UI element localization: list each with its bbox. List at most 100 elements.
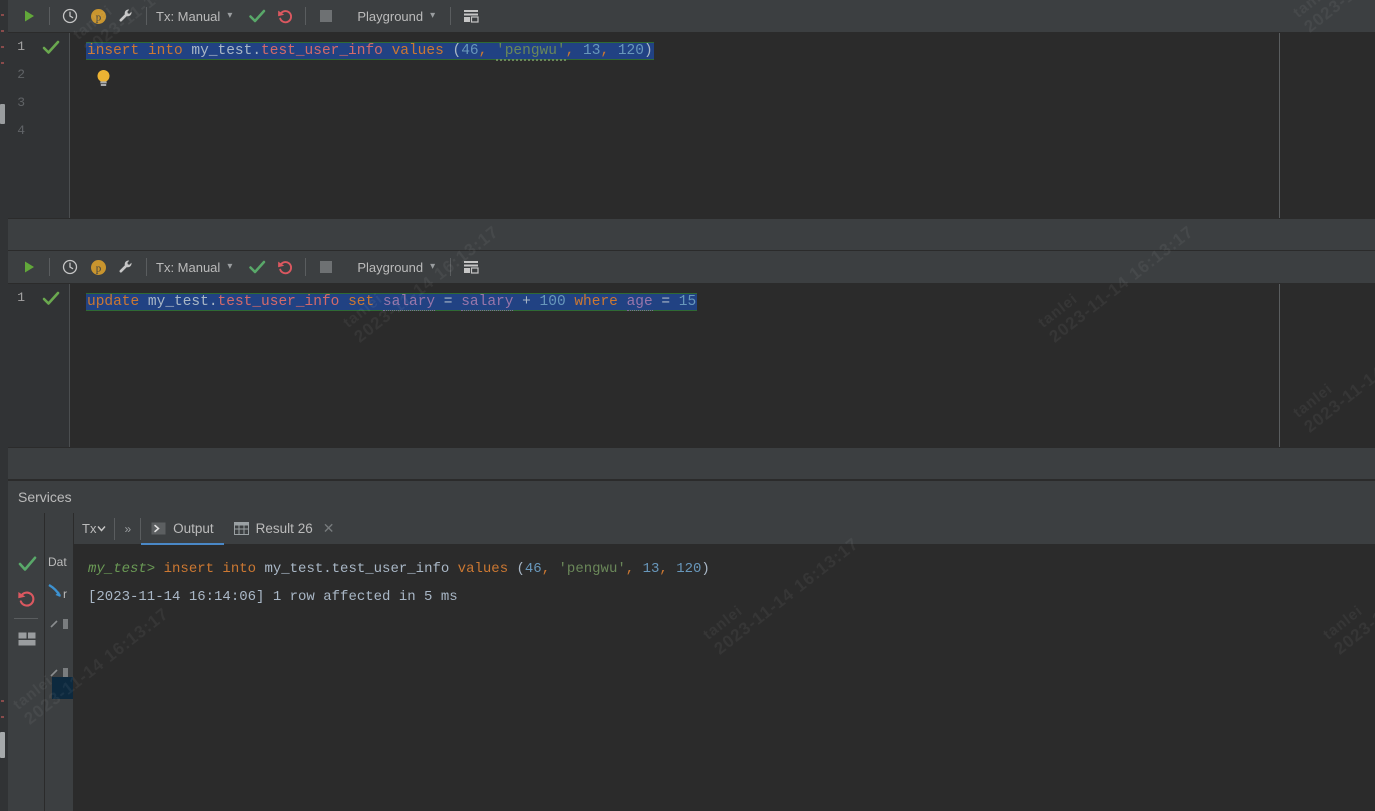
schema-dropdown[interactable]: Playground ▾: [354, 9, 438, 24]
sql-column: salary: [382, 294, 436, 311]
toolbar-divider: [146, 258, 147, 276]
tab-label: Result 26: [255, 521, 313, 536]
sql-statement-insert[interactable]: insert into my_test.test_user_info value…: [86, 41, 654, 61]
tree-row-icon: [50, 619, 68, 629]
chevron-down-icon: ▾: [430, 10, 436, 21]
chevron-down-icon: ▾: [227, 261, 233, 272]
tx-mode-dropdown[interactable]: Tx: Manual ▾: [153, 9, 235, 24]
grid-view-icon[interactable]: [457, 254, 485, 280]
sql-number: 13: [583, 43, 601, 59]
commit-button[interactable]: [15, 552, 39, 576]
line-number: 4: [17, 123, 25, 138]
statement-run-marker[interactable]: [42, 291, 60, 307]
history-icon[interactable]: [56, 254, 84, 280]
tx-mode-dropdown[interactable]: Tx: Manual ▾: [153, 260, 235, 275]
sql-keyword: values: [382, 43, 453, 59]
rollback-button[interactable]: [271, 254, 299, 280]
run-button[interactable]: [15, 3, 43, 29]
toolbar-divider: [305, 258, 307, 276]
stop-button[interactable]: [312, 254, 340, 280]
sql-editor-2[interactable]: 1 update my_test.test_user_info set sala…: [8, 284, 1375, 447]
settings-wrench-icon[interactable]: [112, 254, 140, 280]
toolbar-divider: [146, 7, 147, 25]
editor-right-divider-2: [1279, 284, 1280, 447]
profile-icon[interactable]: p: [84, 3, 112, 29]
sql-keyword: update: [87, 294, 148, 310]
line-number: 1: [17, 290, 25, 305]
tab-result-26[interactable]: Result 26 ✕: [224, 513, 345, 545]
tx-mini-button[interactable]: Tx: [74, 517, 116, 540]
output-console[interactable]: my_test> insert into my_test.test_user_i…: [74, 545, 1375, 811]
close-icon[interactable]: ✕: [323, 520, 335, 537]
schema-dropdown[interactable]: Playground ▾: [354, 260, 438, 275]
tx-mode-label: Tx: Manual: [156, 8, 221, 24]
table-icon: [233, 522, 249, 535]
side-divider: [14, 618, 38, 619]
sql-column: age: [626, 294, 653, 311]
tab-output[interactable]: Output: [141, 513, 224, 545]
sql-keyword: where: [565, 294, 627, 310]
run-button[interactable]: [15, 254, 43, 280]
stop-button[interactable]: [312, 3, 340, 29]
services-header[interactable]: Services: [8, 480, 1375, 513]
editor-right-divider-1: [1279, 33, 1280, 218]
chevron-down-icon: ▾: [430, 261, 436, 272]
datagrip-window: p Tx: Manual ▾ Playground ▾ 1 2 3 4 inse…: [0, 0, 1375, 811]
sql-number: 100: [539, 294, 566, 310]
settings-wrench-icon[interactable]: [112, 3, 140, 29]
console-line-2: [2023-11-14 16:14:06] 1 row affected in …: [88, 589, 458, 605]
services-tabs: Tx » Output Result 26 ✕: [74, 513, 1375, 545]
output-icon: [151, 522, 166, 535]
console-line-1: my_test> insert into my_test.test_user_i…: [88, 561, 710, 577]
tree-selected-row[interactable]: [52, 677, 73, 699]
sql-keyword: insert into: [87, 43, 183, 59]
commit-button[interactable]: [243, 3, 271, 29]
line-number: 1: [17, 39, 25, 54]
left-scroll-nub[interactable]: [0, 104, 5, 124]
editor-gutter-2[interactable]: 1: [8, 284, 70, 447]
toolbar-divider: [450, 258, 452, 276]
tree-label: r: [63, 587, 67, 601]
editor-toolbar-2: p Tx: Manual ▾ Playground ▾: [8, 251, 1375, 284]
toolbar-divider: [450, 7, 452, 25]
rollback-button[interactable]: [271, 3, 299, 29]
editor-splitter[interactable]: [8, 218, 1375, 251]
sql-schema: my_test.: [147, 294, 218, 310]
editor-gutter-1[interactable]: 1 2 3 4: [8, 33, 70, 218]
chevron-down-icon: [97, 526, 106, 532]
console-prompt: my_test>: [88, 561, 156, 577]
left-edge-sliver: [0, 0, 8, 811]
services-title: Services: [18, 489, 72, 505]
editor-code-area-1[interactable]: insert into my_test.test_user_info value…: [70, 33, 1375, 218]
sql-column: salary: [461, 294, 514, 311]
schema-label: Playground: [357, 259, 424, 275]
history-icon[interactable]: [56, 3, 84, 29]
rollback-button[interactable]: [15, 587, 39, 611]
tab-label: Output: [173, 521, 214, 536]
svg-text:p: p: [95, 262, 101, 274]
services-splitter[interactable]: [8, 447, 1375, 480]
layout-icon[interactable]: [15, 627, 39, 651]
svg-text:p: p: [95, 11, 101, 23]
grid-view-icon[interactable]: [457, 3, 485, 29]
editor-code-area-2[interactable]: update my_test.test_user_info set salary…: [70, 284, 1375, 447]
sql-editor-1[interactable]: 1 2 3 4 insert into my_test.test_user_in…: [8, 33, 1375, 218]
database-tree-sliver[interactable]: Dat r: [45, 513, 74, 811]
lightbulb-icon[interactable]: [96, 69, 111, 88]
sql-table: test_user_info: [261, 43, 383, 59]
services-panel: Dat r Tx » Output Result 26 ✕ my_test> i…: [8, 513, 1375, 811]
commit-button[interactable]: [243, 254, 271, 280]
profile-icon[interactable]: p: [84, 254, 112, 280]
sql-number: 46: [461, 43, 479, 59]
sql-statement-update[interactable]: update my_test.test_user_info set salary…: [86, 292, 698, 312]
expand-tabs-button[interactable]: »: [115, 517, 142, 540]
statement-run-marker[interactable]: [42, 40, 60, 56]
sql-keyword: set: [339, 294, 383, 310]
chevron-down-icon: ▾: [227, 10, 233, 21]
toolbar-divider: [49, 258, 50, 276]
sql-table: test_user_info: [217, 294, 340, 310]
line-number: 2: [17, 67, 25, 82]
left-scroll-nub-2[interactable]: [0, 732, 5, 758]
tx-mode-label: Tx: Manual: [156, 259, 221, 275]
services-side-toolbar: [8, 513, 45, 811]
